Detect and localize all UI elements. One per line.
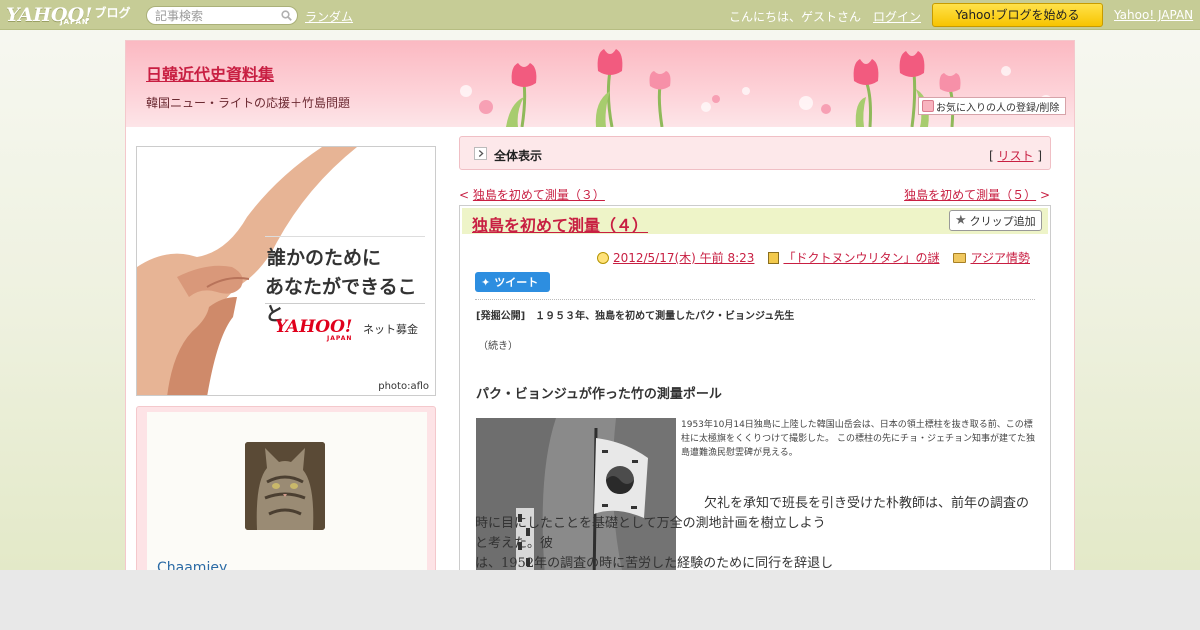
photo-caption: 1953年10月14日独島に上陸した韓国山岳会は、日本の領土標柱を抜き取る前、こ… (681, 420, 1035, 458)
avatar[interactable] (245, 442, 325, 530)
next-arrow: > (1039, 188, 1050, 202)
clock-icon (596, 251, 609, 264)
login-link[interactable]: ログイン (873, 8, 921, 25)
article-header: 独島を初めて測量（４） ★ クリップ追加 (462, 208, 1048, 236)
all-view-bar: 全体表示 [ リスト ] (459, 136, 1051, 170)
article-subheading: パク・ビョンジュが作った竹の測量ポール (476, 387, 722, 402)
search-box (146, 6, 298, 25)
prev-article-title: 独島を初めて測量（３） (472, 188, 605, 202)
start-blog-button[interactable]: Yahoo!ブログを始める (932, 3, 1103, 27)
yahoo-japan-link[interactable]: Yahoo! JAPAN (1114, 8, 1193, 22)
page-background: YAHOO! JAPAN ブログ ランダム こんにちは、ゲストさん ログイン Y… (0, 0, 1200, 570)
logo-japan-text: JAPAN (60, 18, 89, 26)
article-title[interactable]: 独島を初めて測量（４） (472, 212, 648, 236)
book-category-link[interactable]: 「ドクトヌンウリタン」の謎 (783, 249, 939, 266)
list-link[interactable]: リスト (997, 149, 1033, 163)
category-link[interactable]: アジア情勢 (970, 249, 1030, 266)
body-line-2: 時に目にしたことを基礎として万全の測地計画を樹立しよう (475, 516, 826, 531)
search-input[interactable] (155, 8, 275, 23)
charity-ad-banner[interactable]: 誰かのために あなたができること YAHOO! JAPAN ネット募金 phot… (136, 146, 436, 396)
clip-add-label: クリップ追加 (969, 214, 1036, 228)
bottom-band (0, 570, 1200, 630)
tweet-button[interactable]: ✦ ツイート (475, 272, 550, 292)
book-icon (768, 251, 780, 264)
ad-yahoo-logo: YAHOO! (275, 317, 353, 337)
continued-label: （続き） (478, 341, 518, 352)
ad-japan-text: JAPAN (327, 335, 353, 342)
article-body: 欠礼を承知で班長を引き受けた朴教師は、前年の調査の 時に目にしたことを基礎として… (475, 494, 1035, 570)
meta-book: 「ドクトヌンウリタン」の謎 (768, 249, 939, 266)
body-line-4: は、1952年の調査の時に苦労した経験のために同行を辞退し (475, 556, 834, 570)
ad-divider-top (265, 236, 425, 237)
bird-icon: ✦ (481, 275, 491, 289)
list-bracket-open: [ (988, 149, 994, 163)
blog-title[interactable]: 日韓近代史資料集 (146, 61, 274, 85)
article-meta: 2012/5/17(木) 午前 8:23 「ドクトヌンウリタン」の謎 アジア情勢 (596, 249, 1030, 266)
top-bar: YAHOO! JAPAN ブログ ランダム こんにちは、ゲストさん ログイン Y… (0, 0, 1200, 30)
arrow-right-icon (474, 147, 487, 160)
ad-divider (265, 303, 425, 304)
profile-inner: Chaamiey (147, 412, 427, 570)
blog-header: 日韓近代史資料集 韓国ニュー・ライトの応援＋竹島問題 お気に入りの人の登録/削除 (126, 41, 1074, 127)
profile-username[interactable]: Chaamiey (157, 560, 227, 570)
ad-headline-1: 誰かのために (267, 247, 382, 269)
tweet-label: ツイート (494, 276, 539, 289)
body-line-1: 欠礼を承知で班長を引き受けた朴教師は、前年の調査の (704, 496, 1030, 511)
ad-photo-credit: photo:aflo (378, 381, 429, 392)
blog-container: 日韓近代史資料集 韓国ニュー・ライトの応援＋竹島問題 お気に入りの人の登録/削除… (125, 40, 1075, 570)
yahoo-blog-logo[interactable]: YAHOO! JAPAN ブログ (6, 2, 131, 28)
list-bracket-close: ] (1037, 149, 1042, 163)
meta-category: アジア情勢 (953, 249, 1030, 266)
greeting-text: こんにちは、ゲストさん (729, 10, 862, 24)
star-icon: ★ (955, 213, 967, 228)
prev-article-link[interactable]: < 独島を初めて測量（３） (459, 186, 605, 203)
list-link-wrapper: [ リスト ] (989, 147, 1042, 164)
article: 独島を初めて測量（４） ★ クリップ追加 2012/5/17(木) 午前 8:2… (459, 205, 1051, 570)
next-article-link[interactable]: 独島を初めて測量（５） > (904, 186, 1050, 203)
body-line-3: と考えた。彼 (475, 536, 554, 551)
blog-description: 韓国ニュー・ライトの応援＋竹島問題 (146, 96, 351, 110)
ad-service-name: ネット募金 (363, 323, 418, 336)
next-article-title: 独島を初めて測量（５） (904, 188, 1037, 202)
meta-date: 2012/5/17(木) 午前 8:23 (596, 249, 754, 266)
fav-heart-icon (922, 100, 934, 112)
random-link[interactable]: ランダム (305, 8, 353, 25)
logo-blog-text: ブログ (94, 5, 131, 20)
favorite-register-label: お気に入りの人の登録/削除 (936, 102, 1060, 114)
article-date-link[interactable]: 2012/5/17(木) 午前 8:23 (613, 249, 754, 266)
prev-arrow: < (459, 188, 470, 202)
cat-avatar-image (245, 442, 325, 530)
dotted-divider (475, 299, 1035, 300)
clip-add-button[interactable]: ★ クリップ追加 (949, 210, 1042, 231)
search-icon[interactable] (281, 10, 292, 21)
folder-icon (953, 252, 967, 263)
article-kicker: [発掘公開] １９５３年、独島を初めて測量したパク・ビョンジュ先生 (476, 311, 795, 322)
profile-panel: Chaamiey (136, 406, 436, 570)
favorite-register-button[interactable]: お気に入りの人の登録/削除 (918, 97, 1066, 115)
all-view-link[interactable]: 全体表示 (494, 147, 542, 164)
